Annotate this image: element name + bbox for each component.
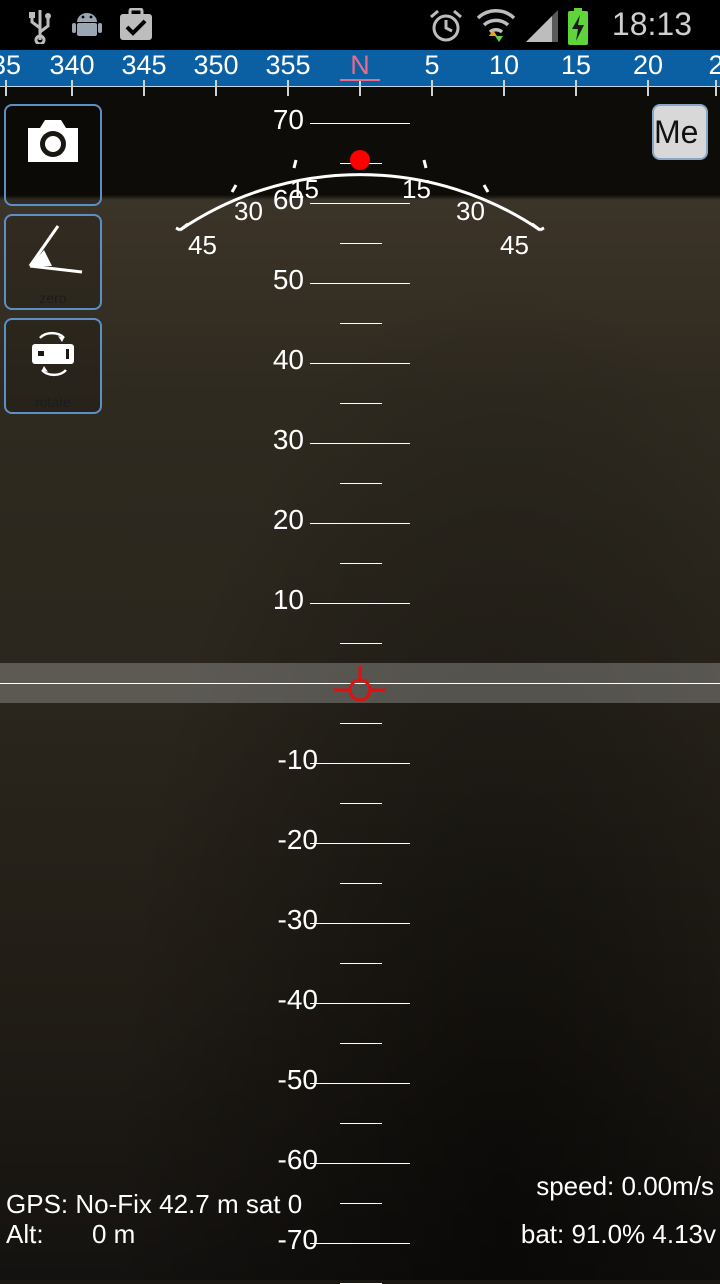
- roll-label-right-15: 15: [402, 174, 431, 204]
- compass-north-underline: [340, 79, 380, 81]
- usb-icon: [29, 10, 51, 44]
- pitch-line-major: [310, 923, 410, 924]
- pitch-line-minor: [340, 563, 382, 564]
- pitch-line-major: [310, 523, 410, 524]
- pitch-line-minor: [340, 323, 382, 324]
- zero-button[interactable]: zero: [4, 214, 102, 310]
- roll-label-left-45: 45: [188, 230, 217, 260]
- pitch-line-minor: [340, 403, 382, 404]
- pitch-line-major: [310, 1003, 410, 1004]
- pitch-line-major: [310, 443, 410, 444]
- pitch-label: 20: [272, 504, 304, 535]
- crosshair-reticle: [334, 666, 386, 702]
- compass-tick: [71, 80, 73, 96]
- pitch-line-major: [310, 603, 410, 604]
- pitch-line-minor: [340, 1203, 382, 1204]
- roll-label-left-30: 30: [234, 196, 263, 226]
- compass-tick: [359, 80, 361, 96]
- pitch-label: 30: [272, 424, 304, 455]
- pitch-line-major: [310, 123, 410, 124]
- task-check-icon: [120, 8, 152, 40]
- pitch-line-minor: [340, 723, 382, 724]
- clock-text: 18:13: [611, 6, 692, 42]
- roll-label-right-30: 30: [456, 196, 485, 226]
- rotate-button[interactable]: rotate: [4, 318, 102, 414]
- camera-button[interactable]: [4, 104, 102, 206]
- pitch-line-major: [310, 843, 410, 844]
- roll-label-right-45: 45: [500, 230, 529, 260]
- altitude-value: 0 m: [92, 1219, 136, 1249]
- speed-text: speed: 0.00m/s: [536, 1171, 714, 1201]
- compass-label: 10: [488, 50, 520, 80]
- pitch-label: 70: [272, 104, 304, 135]
- rotate-device-icon: [32, 331, 74, 377]
- pitch-line-minor: [340, 643, 382, 644]
- compass-label: 35: [0, 50, 22, 80]
- compass-label: 20: [632, 50, 664, 80]
- pitch-label: -30: [277, 904, 318, 935]
- pitch-line-major: [310, 1083, 410, 1084]
- camera-icon: [28, 120, 78, 162]
- roll-arc-scale: 45 30 15 15 30 45: [175, 150, 545, 260]
- status-bar: 18:13: [0, 0, 720, 50]
- compass-label: 350: [193, 50, 239, 80]
- roll-label-left-15: 15: [290, 174, 319, 204]
- compass-label-north: N: [350, 50, 370, 80]
- compass-tick: [575, 80, 577, 96]
- pitch-label: 10: [272, 584, 304, 615]
- pitch-label: -70: [277, 1224, 318, 1255]
- angle-icon: [28, 225, 83, 274]
- compass-label: 345: [121, 50, 167, 80]
- compass-label: 2: [708, 50, 720, 80]
- battery-text: bat: 91.0% 4.13v: [520, 1219, 716, 1249]
- android-debug-icon: [72, 13, 102, 36]
- pitch-line-minor: [340, 1123, 382, 1124]
- pitch-line-major: [310, 1163, 410, 1164]
- signal-icon: [526, 10, 558, 42]
- menu-button[interactable]: Me: [652, 104, 708, 160]
- gps-status-text: GPS: No-Fix 42.7 m sat 0: [6, 1189, 303, 1219]
- compass-tick: [647, 80, 649, 96]
- pitch-line-minor: [340, 1043, 382, 1044]
- pitch-label: 40: [272, 344, 304, 375]
- pitch-label: -10: [277, 744, 318, 775]
- wifi-icon: [476, 9, 516, 42]
- zero-button-caption: zero: [39, 290, 67, 306]
- pitch-label: -40: [277, 984, 318, 1015]
- pitch-label: -60: [277, 1144, 318, 1175]
- pitch-line-major: [310, 1243, 410, 1244]
- pitch-line-major: [310, 283, 410, 284]
- altitude-label: Alt:: [6, 1219, 44, 1249]
- compass-tick: [431, 80, 433, 96]
- compass-tick: [715, 80, 717, 96]
- compass-tick: [503, 80, 505, 96]
- pitch-line-major: [310, 763, 410, 764]
- battery-charging-icon: [568, 8, 588, 45]
- rotate-button-caption: rotate: [35, 394, 71, 410]
- pitch-line-minor: [340, 963, 382, 964]
- compass-label: 5: [424, 50, 440, 80]
- compass-heading-strip: 35 340 345 350 355 N 5 10 15 20 2: [0, 50, 720, 96]
- compass-tick: [215, 80, 217, 96]
- menu-button-label: Me: [654, 114, 699, 150]
- compass-label: 15: [560, 50, 592, 80]
- pitch-label: -20: [277, 824, 318, 855]
- pitch-line-minor: [340, 883, 382, 884]
- compass-tick: [5, 80, 7, 96]
- compass-tick: [143, 80, 145, 96]
- roll-indicator-dot: [350, 150, 370, 170]
- pitch-line-minor: [340, 803, 382, 804]
- compass-label: 355: [265, 50, 311, 80]
- alarm-icon: [430, 9, 462, 42]
- compass-tick: [287, 80, 289, 96]
- pitch-line-major: [310, 363, 410, 364]
- pitch-label: -50: [277, 1064, 318, 1095]
- compass-label: 340: [49, 50, 95, 80]
- pitch-line-minor: [340, 483, 382, 484]
